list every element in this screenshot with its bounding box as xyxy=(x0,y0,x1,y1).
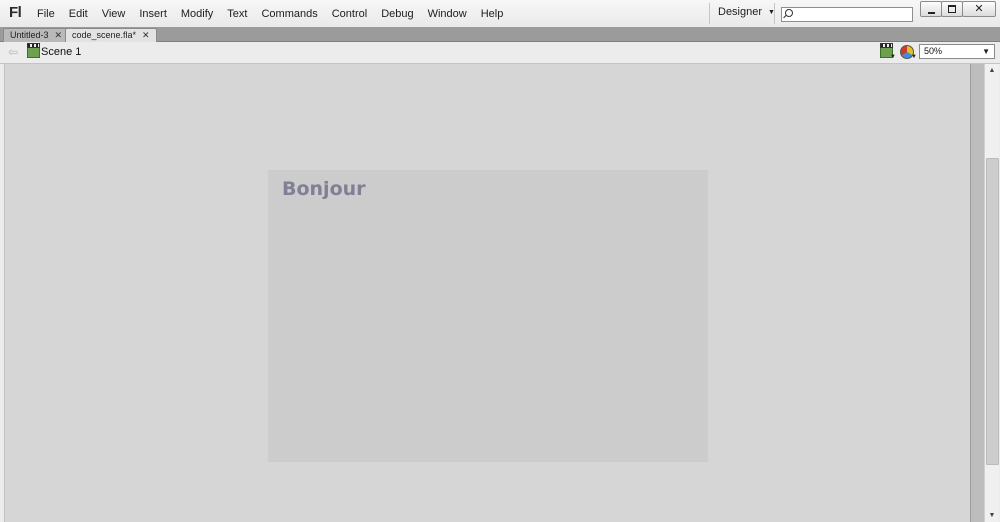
menu-edit[interactable]: Edit xyxy=(62,0,95,27)
menu-bar: Fl File Edit View Insert Modify Text Com… xyxy=(0,0,1000,28)
tab-label: Untitled-3 xyxy=(10,30,49,40)
app-logo: Fl xyxy=(9,4,22,21)
stage[interactable]: Bonjour xyxy=(268,170,708,462)
chevron-down-icon: ▼ xyxy=(982,47,990,56)
minimize-button[interactable] xyxy=(920,1,942,17)
document-tab-bar: Untitled-3 ✕ code_scene.fla* ✕ xyxy=(0,27,1000,42)
stage-text-bonjour[interactable]: Bonjour xyxy=(282,178,366,200)
search-icon xyxy=(785,9,793,17)
zoom-select[interactable]: 50% ▼ xyxy=(919,44,995,59)
menu-file[interactable]: File xyxy=(30,0,62,27)
pasteboard: Bonjour xyxy=(4,64,971,522)
close-icon[interactable]: ✕ xyxy=(142,30,150,40)
menu-modify[interactable]: Modify xyxy=(174,0,220,27)
tab-code-scene[interactable]: code_scene.fla* ✕ xyxy=(65,28,157,42)
close-window-button[interactable]: ✕ xyxy=(962,1,996,17)
close-icon[interactable]: ✕ xyxy=(55,30,63,40)
menu-control[interactable]: Control xyxy=(325,0,374,27)
scroll-down-icon[interactable]: ▼ xyxy=(985,509,999,522)
maximize-button[interactable] xyxy=(941,1,963,17)
close-icon: ✕ xyxy=(974,3,984,15)
workspace-switcher[interactable]: Designer ▼ xyxy=(718,6,775,18)
edit-bar: ⇦ Scene 1 ▼ ▼ 50% ▼ xyxy=(0,42,1000,64)
menu-text[interactable]: Text xyxy=(220,0,254,27)
menu-commands[interactable]: Commands xyxy=(254,0,324,27)
help-search-input[interactable] xyxy=(795,8,907,20)
minimize-icon xyxy=(927,12,935,14)
menu-window[interactable]: Window xyxy=(421,0,474,27)
scene-clapper-icon xyxy=(27,43,40,58)
maximize-icon xyxy=(948,5,956,13)
workspace-label: Designer xyxy=(718,6,763,18)
scene-label[interactable]: Scene 1 xyxy=(41,46,81,58)
menu-view[interactable]: View xyxy=(95,0,133,27)
chevron-down-icon: ▼ xyxy=(911,54,917,60)
panel-divider[interactable] xyxy=(970,64,985,522)
menu-separator xyxy=(709,3,710,24)
menu-help[interactable]: Help xyxy=(474,0,511,27)
chevron-down-icon: ▼ xyxy=(890,54,896,60)
back-arrow-icon[interactable]: ⇦ xyxy=(8,45,18,59)
scroll-thumb[interactable] xyxy=(986,158,999,465)
tab-label: code_scene.fla* xyxy=(72,30,137,40)
vertical-scrollbar[interactable]: ▲ ▼ xyxy=(984,64,999,522)
menu-items: File Edit View Insert Modify Text Comman… xyxy=(30,0,510,27)
menu-debug[interactable]: Debug xyxy=(374,0,420,27)
menu-separator xyxy=(774,3,775,24)
zoom-value: 50% xyxy=(924,46,943,56)
help-search-box[interactable] xyxy=(781,7,913,22)
tab-untitled-3[interactable]: Untitled-3 ✕ xyxy=(3,28,70,42)
menu-insert[interactable]: Insert xyxy=(132,0,174,27)
scroll-up-icon[interactable]: ▲ xyxy=(985,64,999,77)
